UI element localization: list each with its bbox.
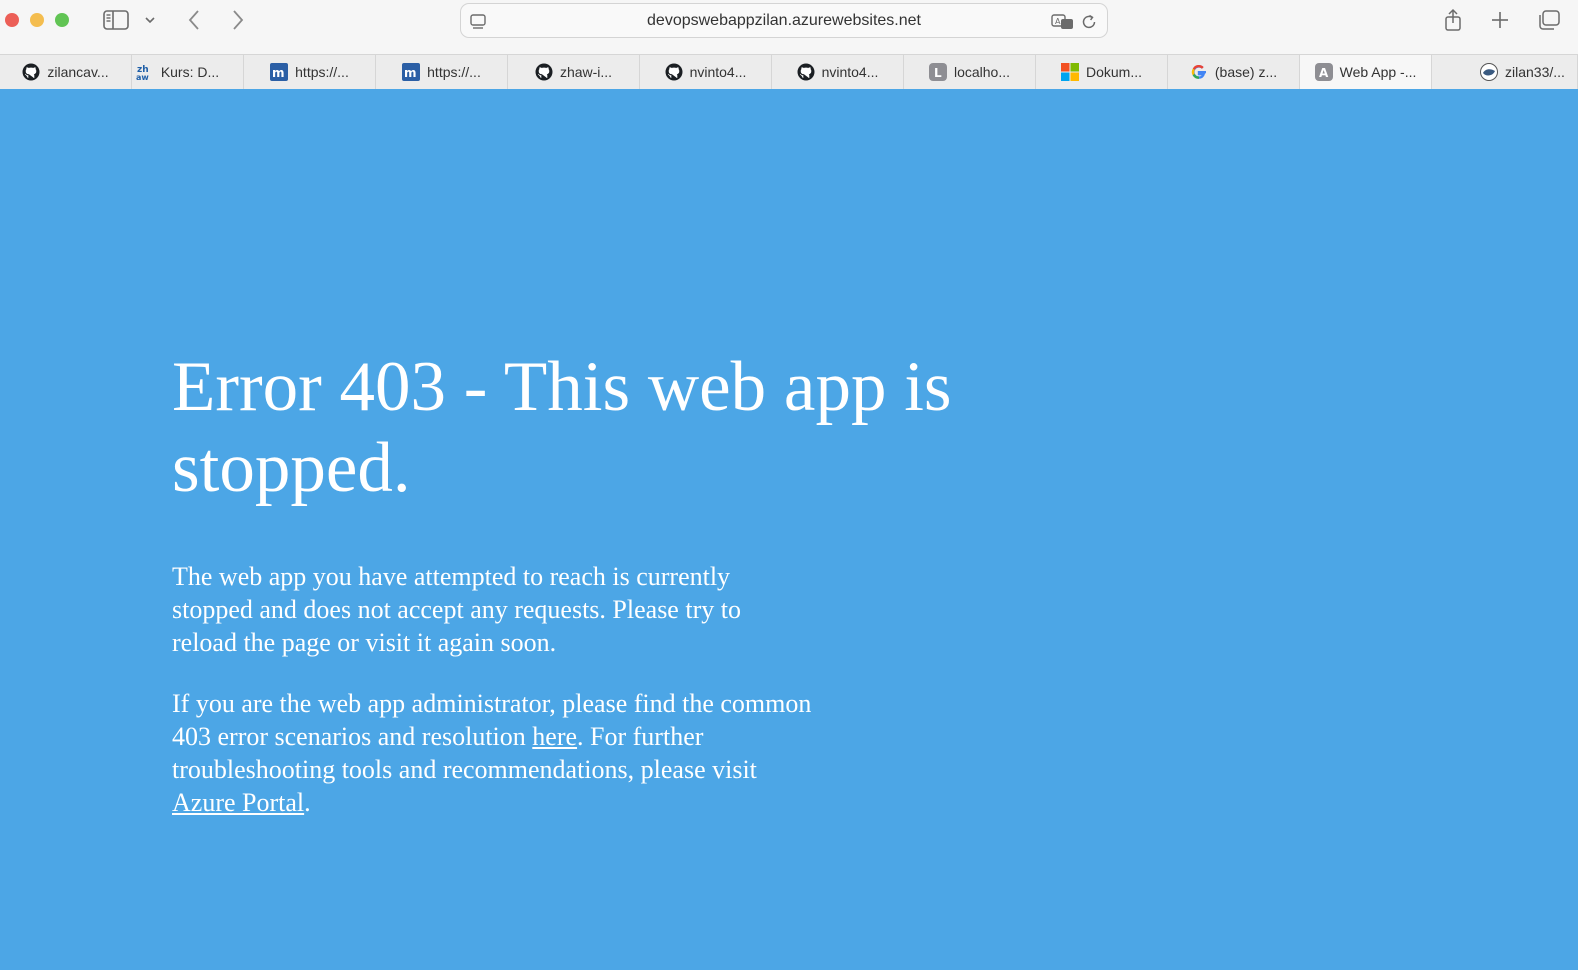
tab-github-nvinto-1[interactable]: nvinto4...	[640, 55, 772, 89]
tab-overview-icon[interactable]	[1536, 8, 1562, 32]
fullscreen-window-button[interactable]	[55, 13, 69, 27]
svg-text:L: L	[934, 66, 942, 80]
tab-label: nvinto4...	[689, 64, 747, 80]
docker-icon	[1480, 63, 1498, 81]
zhaw-icon: zh aw	[136, 63, 154, 81]
tab-web-app-active[interactable]: A Web App -...	[1300, 55, 1432, 89]
github-icon	[22, 63, 40, 81]
tab-google-base[interactable]: (base) z...	[1168, 55, 1300, 89]
svg-text:m: m	[272, 66, 285, 80]
tab-label: zhaw-i...	[559, 64, 613, 80]
tab-bar: zilancav... zh aw Kurs: D... m https://..…	[0, 54, 1578, 89]
moodle-icon: m	[270, 63, 289, 81]
error-page: Error 403 - This web app is stopped. The…	[0, 89, 1578, 970]
tab-docker-zilan33[interactable]: zilan33/...	[1452, 55, 1578, 89]
reload-icon[interactable]	[1079, 10, 1099, 34]
here-link[interactable]: here	[532, 722, 577, 751]
azure-portal-link[interactable]: Azure Portal	[172, 788, 304, 817]
tab-label: Dokum...	[1085, 64, 1142, 80]
moodle-icon: m	[402, 63, 421, 81]
tab-github-zhaw[interactable]: zhaw-i...	[508, 55, 640, 89]
svg-text:m: m	[404, 66, 417, 80]
microsoft-icon	[1060, 63, 1079, 81]
tab-label: Kurs: D...	[160, 64, 220, 80]
tab-localhost[interactable]: L localho...	[904, 55, 1036, 89]
browser-toolbar: devopswebappzilan.azurewebsites.net A	[0, 0, 1578, 54]
translate-icon[interactable]: A	[1050, 10, 1076, 34]
svg-text:aw: aw	[136, 73, 149, 81]
tab-label: https://...	[295, 64, 349, 80]
tab-label: Web App -...	[1339, 64, 1417, 80]
url-text: devopswebappzilan.azurewebsites.net	[647, 12, 921, 29]
admin-text-3: .	[304, 788, 311, 817]
back-icon[interactable]	[184, 8, 204, 32]
svg-text:A: A	[1055, 17, 1061, 26]
browser-chrome: devopswebappzilan.azurewebsites.net A zi…	[0, 0, 1578, 89]
tab-moodle-2[interactable]: m https://...	[376, 55, 508, 89]
tab-label: zilan33/...	[1505, 64, 1565, 80]
forward-icon[interactable]	[228, 8, 248, 32]
share-icon[interactable]	[1442, 8, 1464, 32]
page-title: Error 403 - This web app is stopped.	[172, 348, 952, 507]
tab-moodle-1[interactable]: m https://...	[244, 55, 376, 89]
tab-label: https://...	[427, 64, 481, 80]
tab-label: zilancav...	[47, 64, 109, 80]
svg-text:A: A	[1319, 66, 1329, 80]
github-icon	[797, 63, 815, 81]
github-icon	[665, 63, 683, 81]
tab-label: (base) z...	[1214, 64, 1278, 80]
close-window-button[interactable]	[5, 13, 19, 27]
tab-dokumente[interactable]: Dokum...	[1036, 55, 1168, 89]
admin-instructions: If you are the web app administrator, pl…	[172, 687, 812, 819]
sidebar-icon[interactable]	[102, 8, 130, 32]
google-icon	[1190, 63, 1208, 81]
minimize-window-button[interactable]	[30, 13, 44, 27]
admin-text-1: If you are the web app administrator, pl…	[172, 689, 812, 751]
tab-label: nvinto4...	[821, 64, 879, 80]
address-bar[interactable]: devopswebappzilan.azurewebsites.net A	[460, 3, 1108, 38]
chevron-down-icon[interactable]	[143, 8, 157, 32]
error-description: The web app you have attempted to reach …	[172, 562, 741, 657]
tab-github-nvinto-2[interactable]: nvinto4...	[772, 55, 904, 89]
letter-l-icon: L	[928, 63, 947, 81]
letter-a-icon: A	[1314, 63, 1333, 81]
tab-kurs[interactable]: zh aw Kurs: D...	[112, 55, 244, 89]
github-icon	[535, 63, 553, 81]
new-tab-icon[interactable]	[1489, 8, 1511, 32]
tab-label: localho...	[953, 64, 1011, 80]
